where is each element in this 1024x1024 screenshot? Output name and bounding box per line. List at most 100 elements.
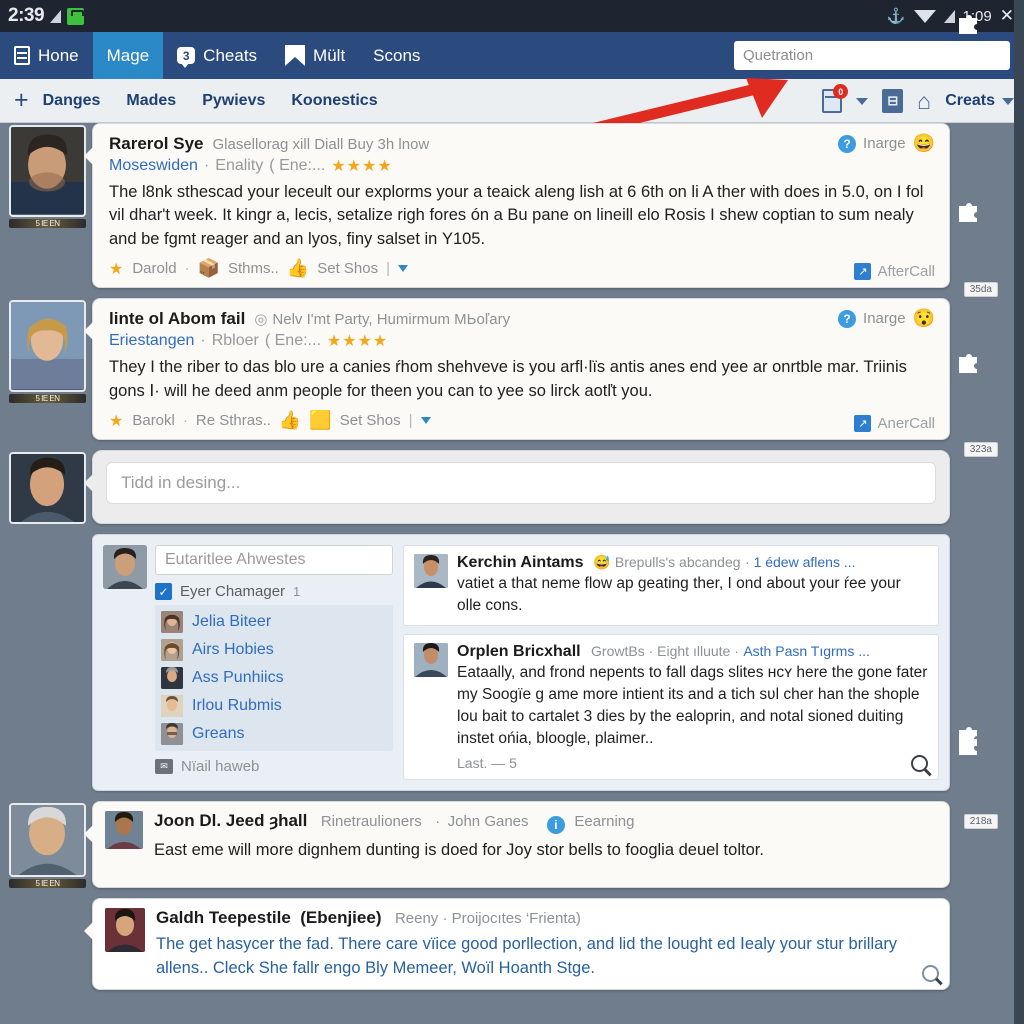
rail-badge: 35da [963,282,998,297]
compose-input[interactable]: Tidd in desing... [106,462,936,505]
list-item[interactable]: Jelia Biteer [161,608,393,636]
emoji-icon: 😄 [912,133,935,153]
help-icon[interactable]: ? [838,134,857,153]
post-author-paren: (Ebenjiee) [300,908,382,928]
tab-scons-label: Scons [373,45,421,65]
subnav-item-pywievs[interactable]: Pywievs [202,92,265,110]
tab-cheats[interactable]: 3 Cheats [163,32,271,79]
mini-post-card[interactable]: Orplen Bricxhall GrowtBs · Eight ılluute… [403,634,939,781]
checkbox-count: 1 [293,584,301,600]
post-footer-label: AfterCall [877,263,935,281]
subnav-item-mades[interactable]: Mades [126,92,176,110]
post-row: 5 IE EN Rarerol Sye Glasellorag xill Dia… [0,123,1024,289]
name-input[interactable]: Eutaritlee Ahwestes [155,545,393,576]
emoji-icon: 😯 [912,308,935,329]
post-subheader: Moseswiden · Enality ( Ene:... ★★★★ [109,156,935,176]
post-content: Rarerol Sye Glasellorag xill Diall Buy 3… [93,124,949,287]
mini-post-card[interactable]: Kerchin Aintams 😅 Brepulls's abcandeg · … [403,545,939,627]
action-end-label[interactable]: Set Shos [317,260,378,277]
search-placeholder: Quetration [743,47,814,64]
app-bar: Hone Mage 3 Cheats Mült Scons Quetration [0,32,1024,79]
help-icon[interactable]: ? [838,309,857,328]
post-content: linte ol Abom fail ◎ Nelv I'mt Party, Hu… [93,299,949,439]
compose-placeholder: Tidd in desing... [121,473,241,493]
info-icon[interactable]: i [546,816,565,835]
search-icon[interactable] [922,964,939,982]
avatar-image [414,643,448,678]
post-footer-action[interactable]: ↗ AfterCall [854,263,935,281]
post-footer-label: AnerCall [877,415,935,433]
chevron-down-icon[interactable] [420,417,431,425]
person-name: Jelia Biteer [192,613,272,631]
avatar [9,803,86,878]
rail-avatar[interactable]: 5 IE EN [0,123,92,288]
avatar-caption: 5 IE EN [9,394,86,404]
checkbox-checked-icon[interactable]: ✓ [155,583,172,601]
pipe-separator: | [386,260,391,278]
puzzle-icon[interactable] [956,735,980,757]
rail-avatar[interactable] [0,450,92,525]
action-mid-label[interactable]: Re Sthras.. [196,412,271,429]
puzzle-icon[interactable] [956,202,980,224]
post-subauthor[interactable]: Eriestangen [109,332,194,350]
subnav-item-danges[interactable]: Danges [43,92,101,110]
rail-avatar[interactable]: 5 IE EN [0,298,92,440]
action-star-label[interactable]: Darold [132,260,176,277]
list-item[interactable]: Airs Hobies [161,636,393,664]
action-mid-label[interactable]: Sthms.. [228,260,279,277]
post-text-block: Joon Dl. Jeed ȝhall Rinetraulioners · Jo… [154,811,935,862]
list-item[interactable]: Greans [161,720,393,748]
tab-mult[interactable]: Mült [271,32,359,79]
avatar-caption: 5 IE EN [9,879,86,889]
post-header: Joon Dl. Jeed ȝhall Rinetraulioners · Jo… [154,811,935,835]
list-item[interactable]: Irlou Rubmis [161,692,393,720]
panel-left-fields: Eutaritlee Ahwestes ✓ Eyer Chamager 1 Je… [155,545,393,780]
post-author: Rarerol Sye [109,134,204,153]
post-meta: Reeny · Proijocıtes ‘Frienta) [394,910,581,928]
puzzle-icon[interactable] [956,353,980,375]
status-bar-left: 2:39 [8,5,85,27]
thumbsup-icon[interactable]: 👍 [279,410,301,431]
thumbsup-icon[interactable]: 👍 [287,258,309,279]
post-card[interactable]: Galdh Teepestile (Ebenjiee) Reeny · Proi… [84,898,950,990]
puzzle-icon[interactable] [956,14,980,36]
post-card[interactable]: Rarerol Sye Glasellorag xill Diall Buy 3… [84,123,950,289]
mini-post-meta: Brepulls's abcandeg [614,554,741,571]
post-meta2: John Ganes [447,813,529,831]
name-input-value: Eutaritlee Ahwestes [165,551,306,569]
chevron-down-icon[interactable] [856,97,869,105]
mail-row[interactable]: ✉ Nïail haweb [155,758,393,775]
tab-cheats-label: Cheats [203,45,258,65]
post-subauthor[interactable]: Moseswiden [109,157,198,175]
home-icon[interactable]: ⌂ [917,89,931,113]
avatar [9,125,86,217]
search-icon[interactable] [911,755,928,773]
rail-avatar[interactable]: 5 IE EN [0,801,92,889]
post-footer-action[interactable]: ↗ AnerCall [854,415,935,433]
mini-post-link[interactable]: Asth Pasn Tıgrms ... [743,643,870,659]
list-item[interactable]: Ass Punhiics [161,664,393,692]
mini-card-content: Kerchin Aintams 😅 Brepulls's abcandeg · … [457,554,928,617]
tab-hone[interactable]: Hone [0,32,93,79]
subnav-item-koonestics[interactable]: Koonestics [291,92,377,110]
post-subgrey: Rbloer [211,332,259,350]
scrollbar[interactable] [1014,0,1024,1024]
action-end-label[interactable]: Set Shos [340,412,401,429]
document-icon[interactable]: ⊟ [882,89,904,113]
compose-card[interactable]: Tidd in desing... [84,450,950,525]
chevron-down-icon[interactable] [398,265,409,273]
tab-scons[interactable]: Scons [359,32,434,79]
tab-mage[interactable]: Mage [92,32,164,79]
mini-post-link[interactable]: 1 édew aflens ... [754,554,856,570]
separator-dot: · [200,332,206,350]
post-content: Galdh Teepestile (Ebenjiee) Reeny · Proi… [93,899,949,989]
action-star-label[interactable]: Barokl [132,412,175,429]
notebook-icon[interactable]: 0 [822,84,849,113]
compose-row: Tidd in desing... [0,450,1024,525]
post-card[interactable]: linte ol Abom fail ◎ Nelv I'mt Party, Hu… [84,298,950,441]
flag-icon [285,45,306,66]
add-icon[interactable]: + [14,86,29,115]
post-card[interactable]: Joon Dl. Jeed ȝhall Rinetraulioners · Jo… [84,801,950,889]
checkbox-row[interactable]: ✓ Eyer Chamager 1 [155,583,393,601]
post-actions: ★ Barokl · Re Sthras.. 👍 🟨 Set Shos | [109,410,935,431]
